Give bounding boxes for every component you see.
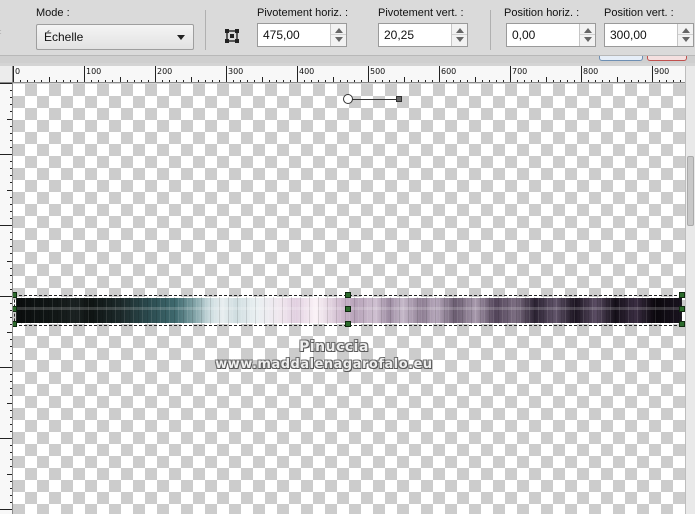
pivot-vertical-label: Pivotement vert. : [378, 7, 464, 19]
toolbar-separator [490, 10, 491, 50]
watermark-url: www.maddalenagarofalo.eu [215, 357, 433, 372]
ruler-label: 800 [583, 67, 599, 76]
ruler-label: 700 [512, 67, 528, 76]
spin-down-icon[interactable] [682, 37, 690, 42]
position-horizontal-input[interactable] [507, 24, 579, 46]
ruler-label: 0 [15, 67, 21, 76]
ruler-label: 500 [370, 67, 386, 76]
horizontal-ruler: 0 100 200 300 400 500 600 700 800 900 [13, 66, 685, 83]
pivot-horizontal-spinner[interactable] [330, 24, 346, 46]
position-vertical-spinner[interactable] [677, 24, 693, 46]
window-tab-edge[interactable] [599, 56, 643, 61]
position-vertical-input[interactable] [605, 24, 677, 46]
spin-down-icon[interactable] [584, 37, 592, 42]
mode-label: Mode : [36, 7, 70, 19]
scale-handle-top-center[interactable] [345, 292, 351, 298]
spin-up-icon[interactable] [584, 28, 592, 33]
position-vertical-label: Position vert. : [604, 7, 674, 19]
close-tab-edge[interactable] [647, 56, 687, 61]
ruler-label: 900 [654, 67, 670, 76]
pivot-point-handle[interactable] [343, 94, 353, 104]
pivot-vertical-spinner[interactable] [451, 24, 467, 46]
watermark-author: Pinuccia [299, 339, 369, 355]
position-vertical-field[interactable] [604, 23, 694, 47]
panel-edge [0, 56, 695, 63]
rotation-handle-arm [349, 99, 399, 100]
pivot-horizontal-field[interactable] [257, 23, 347, 47]
scale-handle-middle-left[interactable] [13, 306, 17, 312]
ruler-label: 100 [86, 67, 102, 76]
pivot-vertical-input[interactable] [379, 24, 451, 46]
scrollbar-thumb[interactable] [687, 156, 694, 226]
ruler-ticks [0, 83, 12, 510]
chevron-down-icon [177, 35, 185, 40]
spin-up-icon[interactable] [456, 28, 464, 33]
ruler-label: 600 [441, 67, 457, 76]
spin-down-icon[interactable] [335, 37, 343, 42]
image-canvas[interactable]: Pinuccia www.maddalenagarofalo.eu [13, 84, 685, 514]
position-horizontal-field[interactable] [506, 23, 596, 47]
rotation-handle[interactable] [396, 96, 402, 102]
position-horizontal-label: Position horiz. : [504, 7, 580, 19]
scale-handle-center[interactable] [345, 306, 351, 312]
scale-handle-bottom-center[interactable] [345, 321, 351, 327]
pivot-horizontal-label: Pivotement horiz. : [257, 7, 349, 19]
mode-dropdown[interactable]: Échelle [36, 24, 194, 50]
center-pivot-icon[interactable] [224, 28, 240, 44]
ruler-label: 300 [228, 67, 244, 76]
scale-handle-top-left[interactable] [13, 292, 17, 298]
transform-icon[interactable]: ⌗ [0, 24, 10, 40]
ruler-corner [0, 66, 13, 83]
position-horizontal-spinner[interactable] [579, 24, 595, 46]
spin-up-icon[interactable] [682, 28, 690, 33]
ruler-label: 200 [157, 67, 173, 76]
toolbar-separator [205, 10, 206, 50]
vertical-scrollbar[interactable] [685, 66, 695, 514]
spin-down-icon[interactable] [456, 37, 464, 42]
scale-handle-bottom-left[interactable] [13, 321, 17, 327]
watermark: Pinuccia www.maddalenagarofalo.eu [13, 338, 685, 374]
vertical-ruler [0, 83, 13, 514]
tool-options-bar: ⌗ Mode : Échelle Pivotement horiz. : Piv… [0, 0, 695, 56]
spin-up-icon[interactable] [335, 28, 343, 33]
mode-dropdown-value: Échelle [44, 30, 84, 44]
ruler-label: 400 [299, 67, 315, 76]
pivot-horizontal-input[interactable] [258, 24, 330, 46]
pivot-vertical-field[interactable] [378, 23, 468, 47]
